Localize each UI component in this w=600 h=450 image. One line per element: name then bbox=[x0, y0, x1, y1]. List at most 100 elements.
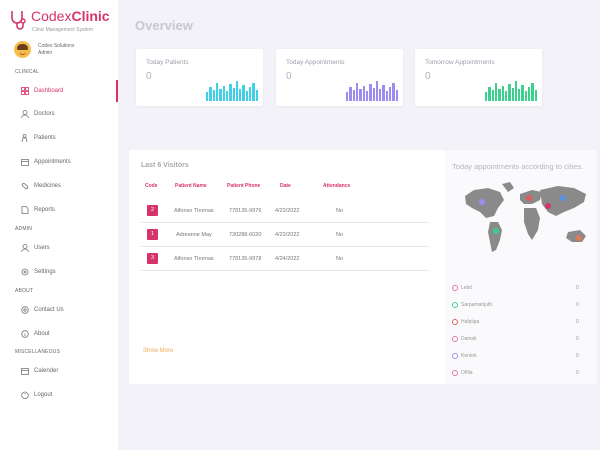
sidebar-item-calender[interactable]: Calender bbox=[16, 364, 118, 380]
patient-name: Alfonso Thomas bbox=[174, 208, 214, 214]
stat-card-today-appointments[interactable]: Today Appointments 0 bbox=[276, 49, 403, 106]
sparkline-bar bbox=[511, 88, 514, 101]
city-value: 0 bbox=[576, 353, 579, 359]
cities-panel: Today appointments according to cities. … bbox=[445, 150, 597, 384]
sidebar-item-label: Users bbox=[34, 245, 50, 251]
stat-title: Tomorrow Appointments bbox=[425, 59, 495, 66]
sparkline-bar bbox=[209, 87, 212, 101]
sidebar-item-doctors[interactable]: Doctors bbox=[16, 107, 118, 123]
sparkline-bar bbox=[508, 84, 511, 101]
city-dot bbox=[452, 370, 458, 376]
list-item[interactable]: Kentok 0 bbox=[452, 352, 582, 362]
sparkline-bar bbox=[252, 83, 255, 101]
sparkline-bar bbox=[375, 81, 379, 101]
sidebar-item-label: Logout bbox=[34, 392, 53, 398]
sparkline-bar bbox=[242, 85, 245, 101]
patient-icon bbox=[21, 134, 28, 142]
code-badge: 2 bbox=[147, 205, 158, 216]
patient-name: Alfonso Thomas bbox=[174, 256, 214, 262]
sidebar-item-patients[interactable]: Patients bbox=[16, 131, 118, 147]
sparkline-bar bbox=[488, 87, 491, 101]
brand[interactable]: CodexClinic Clinic Management System bbox=[8, 7, 118, 37]
sparkline-chart bbox=[346, 81, 398, 101]
sparkline-bar bbox=[514, 81, 518, 101]
calendar-icon bbox=[21, 368, 29, 375]
city-name: Damsk bbox=[461, 336, 477, 342]
city-value: 0 bbox=[576, 370, 579, 376]
sidebar-item-label: Doctors bbox=[34, 111, 55, 117]
sparkline-bar bbox=[222, 86, 225, 101]
list-item[interactable]: Offila 0 bbox=[452, 369, 582, 379]
sparkline-bar bbox=[521, 85, 524, 101]
city-name: Offila bbox=[461, 370, 473, 376]
city-dot bbox=[452, 319, 458, 325]
calendar-icon bbox=[21, 159, 29, 166]
stat-card-today-patients[interactable]: Today Patients 0 bbox=[136, 49, 263, 106]
list-item[interactable]: Hafpiiga 0 bbox=[452, 318, 582, 328]
stat-value: 0 bbox=[425, 71, 431, 82]
stat-title: Today Patients bbox=[146, 59, 189, 66]
sparkline-bar bbox=[245, 91, 249, 101]
user-profile[interactable]: Codex Solutions Admin bbox=[14, 41, 114, 61]
logout-icon bbox=[21, 391, 29, 399]
dashboard-icon bbox=[21, 87, 29, 95]
user-role: Admin bbox=[38, 50, 53, 56]
sidebar-item-label: Appointments bbox=[34, 159, 71, 165]
table-row[interactable]: 1 Adreanne May 730288-6020 4/23/2022 No bbox=[141, 223, 429, 247]
sidebar-item-users[interactable]: Users bbox=[16, 241, 118, 257]
sparkline-bar bbox=[491, 90, 494, 101]
city-dot bbox=[452, 336, 458, 342]
patient-name: Adreanne May bbox=[176, 232, 212, 238]
world-map[interactable] bbox=[460, 178, 594, 258]
stat-title: Today Appointments bbox=[286, 59, 345, 66]
list-item[interactable]: Damsk 0 bbox=[452, 335, 582, 345]
sparkline-bar bbox=[528, 87, 531, 101]
sidebar-item-about[interactable]: About bbox=[16, 327, 118, 343]
sparkline-bar bbox=[389, 87, 392, 101]
city-value: 0 bbox=[576, 336, 579, 342]
column-header: Code bbox=[145, 183, 158, 189]
visit-date: 4/24/2022 bbox=[275, 256, 300, 262]
sparkline-bar bbox=[501, 86, 504, 101]
sidebar-item-reports[interactable]: Reports bbox=[16, 203, 118, 219]
sidebar-item-settings[interactable]: Settings bbox=[16, 265, 118, 281]
list-item[interactable]: Sarpamanjuth 0 bbox=[452, 301, 582, 311]
avatar bbox=[14, 41, 31, 58]
visit-date: 4/23/2022 bbox=[275, 208, 300, 214]
sparkline-bar bbox=[239, 89, 242, 101]
report-icon bbox=[21, 206, 29, 214]
sparkline-bar bbox=[362, 86, 365, 101]
city-dot bbox=[452, 285, 458, 291]
column-header: Patient Name bbox=[175, 183, 207, 189]
table-row[interactable]: 2 Alfonso Thomas 778135-9976 4/23/2022 N… bbox=[141, 199, 429, 223]
city-name: Hafpiiga bbox=[461, 319, 480, 325]
contact-icon bbox=[21, 306, 29, 314]
sparkline-bar bbox=[229, 84, 232, 101]
show-more-link[interactable]: Show More bbox=[143, 348, 173, 354]
sidebar-item-appointments[interactable]: Appointments bbox=[16, 155, 118, 171]
sidebar-item-dashboard[interactable]: Dashboard bbox=[16, 84, 118, 100]
sparkline-bar bbox=[531, 83, 534, 101]
brand-subtitle: Clinic Management System bbox=[32, 27, 93, 33]
sidebar-item-label: Reports bbox=[34, 207, 56, 213]
sparkline-bar bbox=[359, 89, 362, 101]
stat-card-tomorrow-appointments[interactable]: Tomorrow Appointments 0 bbox=[415, 49, 542, 106]
sparkline-chart bbox=[206, 81, 258, 101]
patient-phone: 778135-9976 bbox=[229, 208, 262, 214]
sparkline-bar bbox=[235, 81, 239, 101]
sparkline-bar bbox=[349, 87, 352, 101]
main-content: Overview Today Patients 0 Today Appointm… bbox=[118, 0, 600, 450]
list-item[interactable]: Lebit 0 bbox=[452, 284, 582, 294]
stat-value: 0 bbox=[146, 71, 152, 82]
sparkline-bar bbox=[225, 91, 229, 101]
code-badge: 1 bbox=[147, 229, 158, 240]
sidebar-item-logout[interactable]: Logout bbox=[16, 388, 118, 404]
table-row[interactable]: 3 Alfonso Thomas 778135-9978 4/24/2022 N… bbox=[141, 247, 429, 271]
sparkline-bar bbox=[379, 89, 382, 101]
sparkline-bar bbox=[215, 83, 219, 101]
sparkline-bar bbox=[372, 88, 375, 101]
patient-phone: 778135-9978 bbox=[229, 256, 262, 262]
sidebar-item-medicines[interactable]: Medicines bbox=[16, 179, 118, 195]
sidebar-item-contact-us[interactable]: Contact Us bbox=[16, 303, 118, 319]
section-admin: ADMIN bbox=[15, 226, 33, 232]
